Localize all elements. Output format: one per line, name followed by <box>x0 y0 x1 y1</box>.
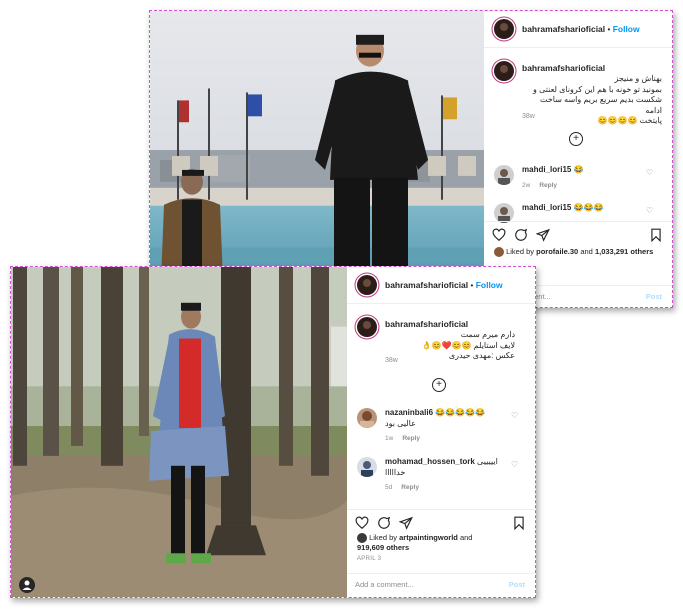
comment-icon[interactable] <box>514 228 528 242</box>
post-1-caption-avatar[interactable] <box>494 61 514 81</box>
comment-reply-button[interactable]: Reply <box>402 435 420 442</box>
comment-username[interactable]: nazaninbali6 <box>385 408 433 417</box>
post-1-header-separator: • <box>607 25 611 34</box>
comment-like-heart-icon[interactable]: ♡ <box>511 460 518 469</box>
post-2-follow-button[interactable]: Follow <box>476 280 503 290</box>
post-2-likes: Liked by artpaintingworld and 919,609 ot… <box>357 533 517 553</box>
post-2-photo[interactable] <box>11 267 347 597</box>
comment-1: nazaninbali6 😂😂😂😂😂 <box>385 408 485 417</box>
post-2-header-line: bahramafsharioficial • Follow <box>385 280 503 290</box>
liked-by-prefix: Liked by <box>369 533 398 542</box>
comment-time[interactable]: 5d <box>385 484 392 491</box>
comment-2: mahdi_lori15 😂😂😂 <box>522 203 603 212</box>
post-2-header-username[interactable]: bahramafsharioficial <box>385 280 468 290</box>
likes-count[interactable]: 1,033,291 others <box>595 247 653 256</box>
post-2-caption: دارم میرم سمت لایف استایلم 😊😊❤️😊👌 عکس :م… <box>385 330 515 362</box>
post-2-header-avatar[interactable] <box>357 275 377 295</box>
bookmark-icon[interactable] <box>649 228 663 243</box>
comment-1-meta: 2w Reply <box>522 182 557 189</box>
comment-like-heart-icon[interactable]: ♡ <box>511 411 518 420</box>
comment-avatar[interactable] <box>494 203 514 223</box>
post-2-caption-avatar[interactable] <box>357 317 377 337</box>
likes-count[interactable]: 919,609 others <box>357 543 409 552</box>
comment-text: 😂😂😂 <box>573 203 604 212</box>
comment-username[interactable]: mahdi_lori15 <box>522 165 571 174</box>
comment-username[interactable]: mahdi_lori15 <box>522 203 571 212</box>
heart-icon[interactable] <box>492 228 506 242</box>
post-1-photo-image <box>150 11 484 307</box>
post-2-caption-username[interactable]: bahramafsharioficial <box>385 319 468 329</box>
comment-like-heart-icon[interactable]: ♡ <box>646 206 653 215</box>
liked-by-prefix: Liked by <box>506 247 535 256</box>
comment-reply-button[interactable]: Reply <box>539 182 557 189</box>
comment-text: 😂 <box>573 165 584 174</box>
post-1-likes: Liked by porofaile.30 and 1,033,291 othe… <box>494 247 653 258</box>
share-icon[interactable] <box>535 228 550 242</box>
post-1-header-avatar[interactable] <box>494 19 514 39</box>
instagram-post-1: bahramafsharioficial • Follow bahramafsh… <box>149 10 673 308</box>
post-2-header: bahramafsharioficial • Follow <box>347 267 535 304</box>
comment-1-meta: 1w Reply <box>385 435 420 442</box>
comment-time[interactable]: 1w <box>385 435 393 442</box>
plus-circle-icon[interactable]: + <box>432 378 446 392</box>
comment-reply-button[interactable]: Reply <box>401 484 419 491</box>
post-2-caption-line: دارم میرم سمت <box>460 330 515 339</box>
liked-by-user[interactable]: porofaile.30 <box>536 247 578 256</box>
post-1-caption-line: پایتخت 😊😊😊😊 <box>597 116 662 125</box>
instagram-post-2: bahramafsharioficial • Follow bahramafsh… <box>10 266 536 598</box>
heart-icon[interactable] <box>355 516 369 530</box>
liker-avatar[interactable] <box>357 533 367 544</box>
post-1-header: bahramafsharioficial • Follow <box>484 11 672 48</box>
comment-text-line-2: خدااااا <box>385 468 406 477</box>
post-2-caption-line: لایف استایلم 😊😊❤️😊👌 <box>421 340 515 350</box>
comment-username[interactable]: mohamad_hossen_tork <box>385 457 475 466</box>
post-1-follow-button[interactable]: Follow <box>613 24 640 34</box>
post-1-header-username[interactable]: bahramafsharioficial <box>522 24 605 34</box>
post-1-caption-line: بمونید تو خونه با هم این کرونای لعنتی و <box>533 84 662 94</box>
post-1-caption-line: شکست بدیم سریع بریم واسه ساخت ادامه <box>539 95 662 115</box>
post-2-photo-image <box>11 267 347 597</box>
post-2-date[interactable]: APRIL 3 <box>357 556 381 562</box>
post-2-side-panel: bahramafsharioficial • Follow bahramafsh… <box>347 267 535 597</box>
comment-text: 😂😂😂😂😂 <box>435 408 486 417</box>
post-1-actions <box>484 221 672 244</box>
comment-2: mohamad_hossen_tork ایییییی <box>385 457 498 466</box>
user-tag-icon[interactable] <box>19 577 35 593</box>
post-2-time-ago[interactable]: 38w <box>385 357 398 364</box>
post-1-time-ago[interactable]: 38w <box>522 113 535 120</box>
post-comment-button[interactable]: Post <box>646 292 662 301</box>
comment-icon[interactable] <box>377 516 391 530</box>
comment-1: mahdi_lori15 😂 <box>522 165 584 174</box>
comment-like-heart-icon[interactable]: ♡ <box>646 168 653 177</box>
add-comment-input[interactable]: Add a comment... <box>355 580 414 589</box>
comment-time[interactable]: 2w <box>522 182 530 189</box>
post-1-photo[interactable] <box>150 11 484 307</box>
post-1-side-panel: bahramafsharioficial • Follow bahramafsh… <box>484 11 672 307</box>
comment-avatar[interactable] <box>494 165 514 185</box>
post-2-caption-line: عکس :مهدی حیدری <box>448 351 515 360</box>
post-1-header-line: bahramafsharioficial • Follow <box>522 24 640 34</box>
liked-and: and <box>459 533 473 542</box>
plus-circle-icon[interactable]: + <box>569 132 583 146</box>
post-1-caption-username[interactable]: bahramafsharioficial <box>522 63 605 73</box>
post-2-actions <box>347 509 535 532</box>
post-comment-button[interactable]: Post <box>509 580 525 589</box>
share-icon[interactable] <box>398 516 413 530</box>
comment-text-line-2: عالیی بود <box>385 419 416 428</box>
comment-2-meta: 5d Reply <box>385 484 419 491</box>
bookmark-icon[interactable] <box>512 516 526 531</box>
liked-and: and <box>580 247 593 256</box>
liker-avatar[interactable] <box>494 247 504 258</box>
liked-by-user[interactable]: artpaintingworld <box>399 533 458 542</box>
post-1-caption: بهناش و منیجز بمونید تو خونه با هم این ک… <box>522 74 662 127</box>
post-2-add-comment-bar: Add a comment... Post <box>347 573 535 596</box>
comment-avatar[interactable] <box>357 457 377 477</box>
post-2-header-separator: • <box>470 281 474 290</box>
post-1-caption-line: بهناش و منیجز <box>614 74 662 83</box>
comment-text: ایییییی <box>477 457 498 466</box>
comment-avatar[interactable] <box>357 408 377 428</box>
